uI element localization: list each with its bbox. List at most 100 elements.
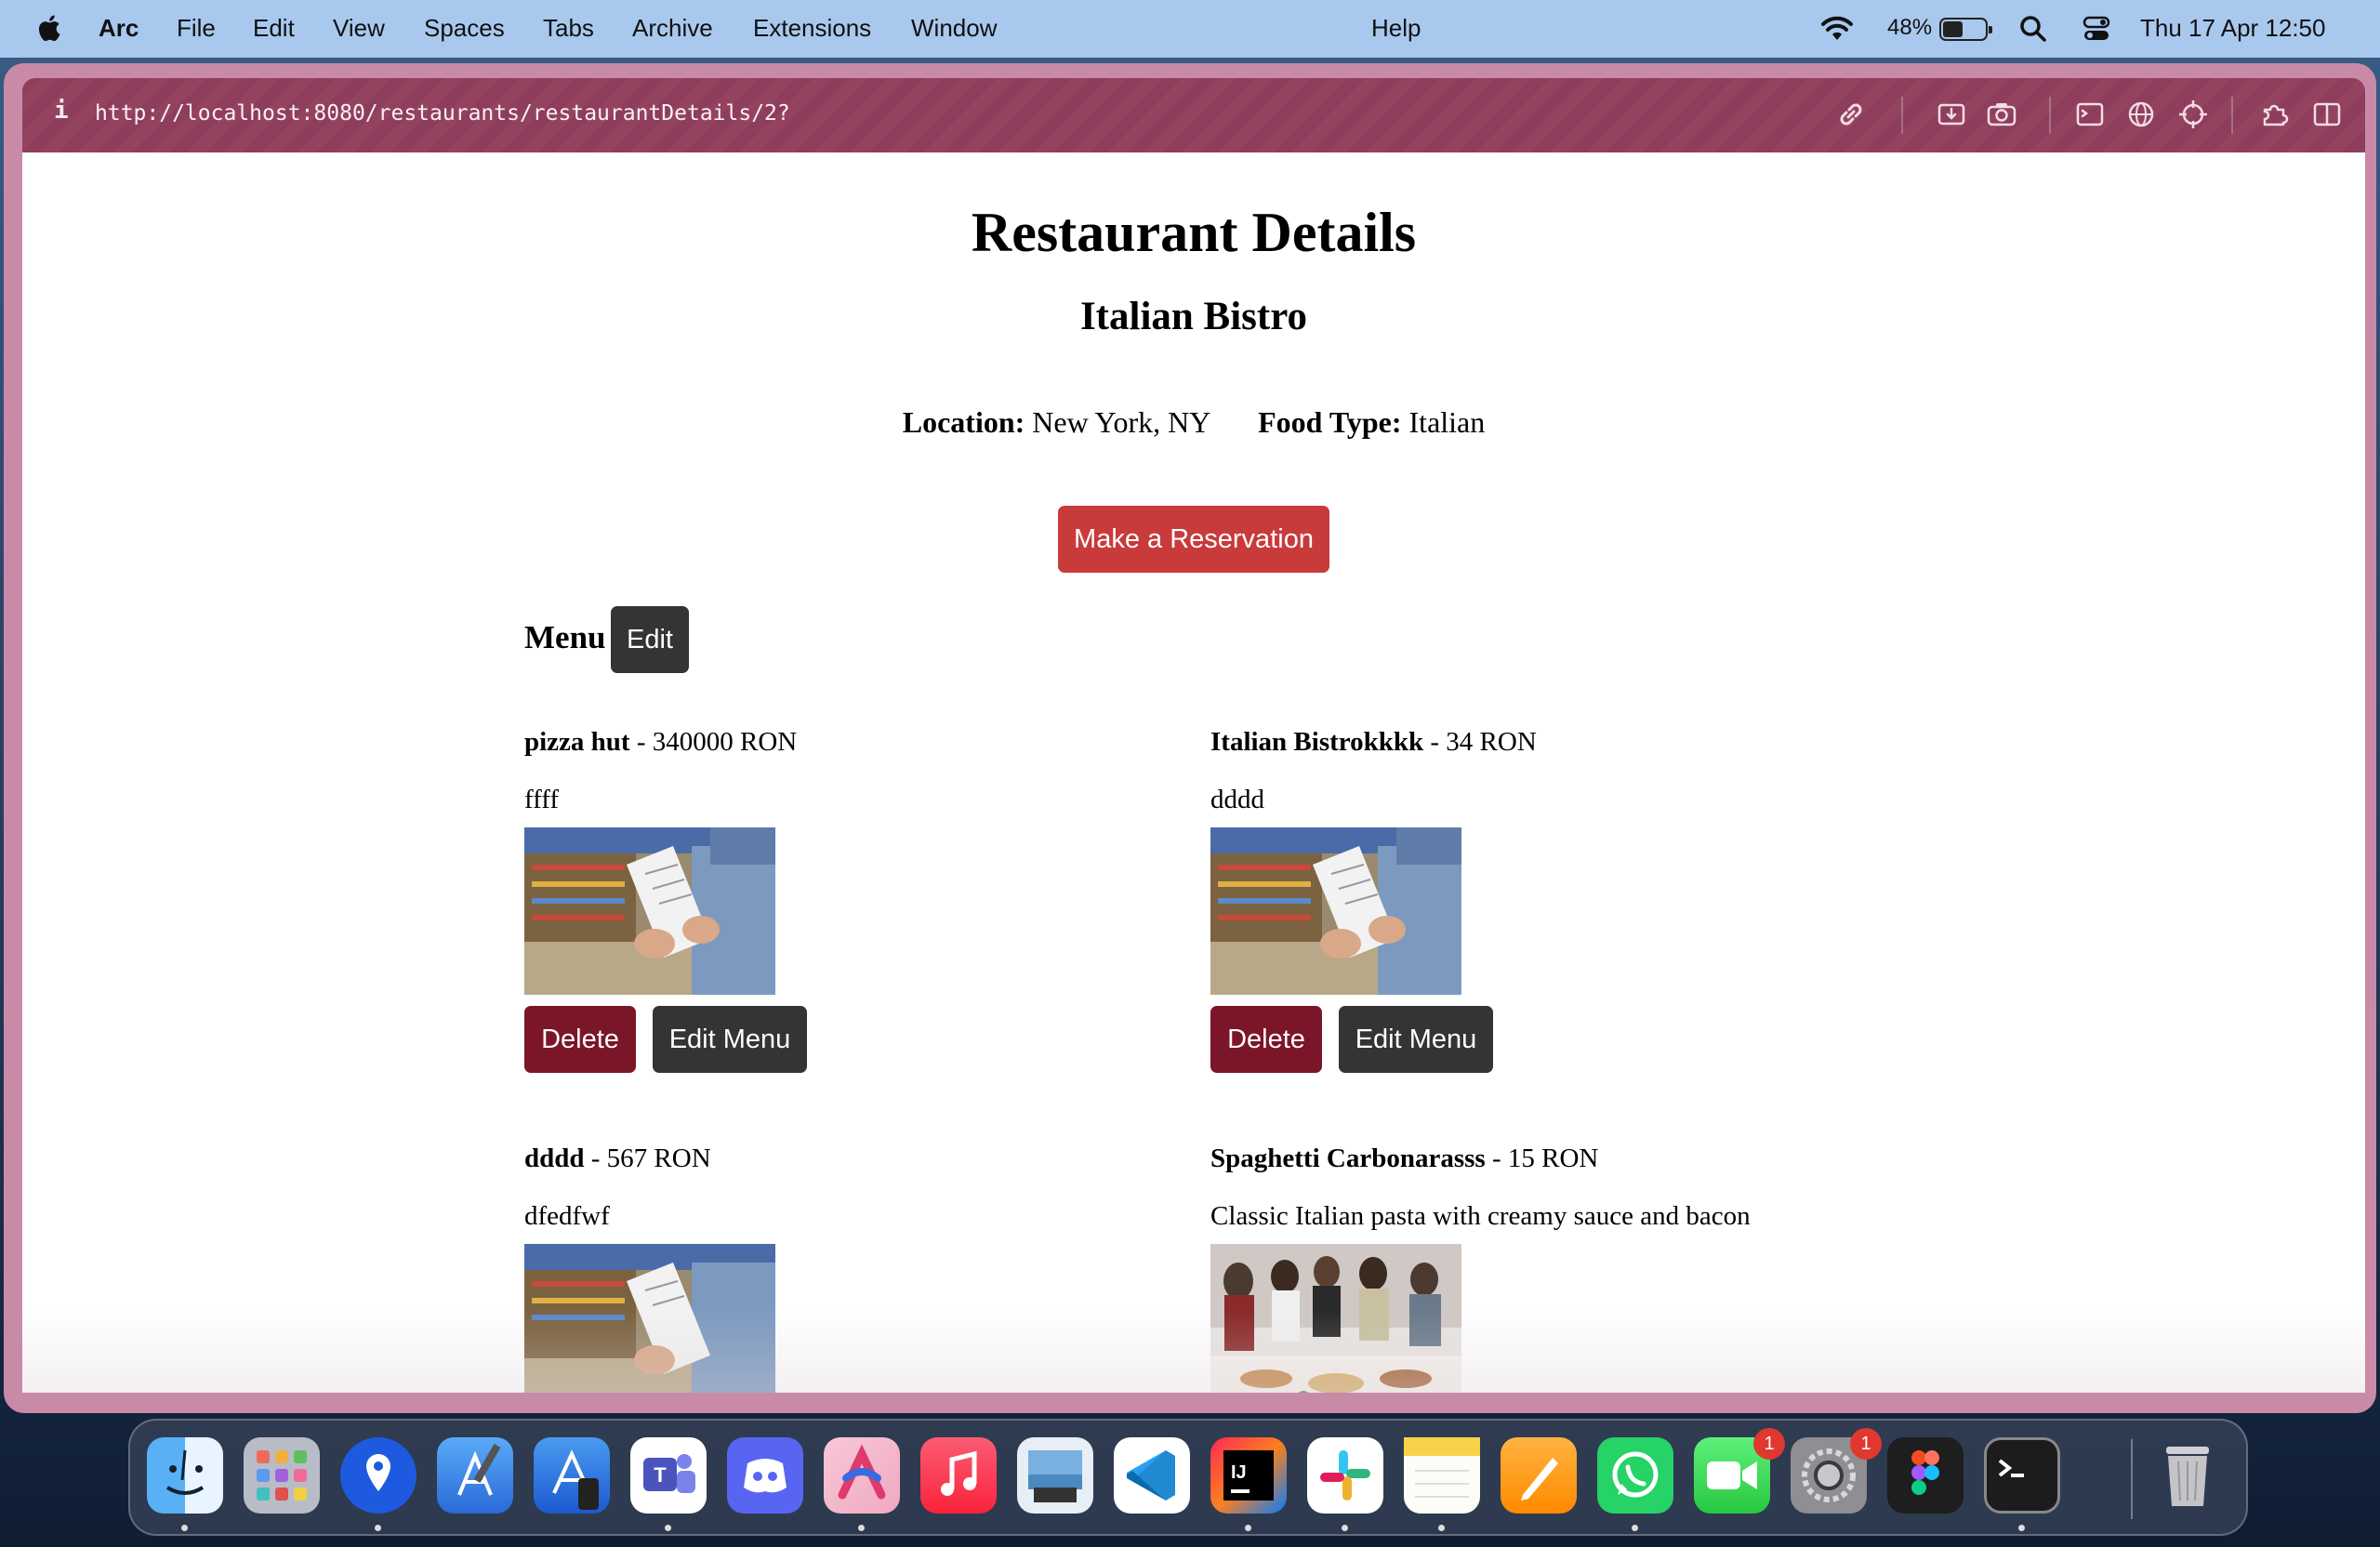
battery-percent: 48% (1887, 15, 1933, 40)
menu-item-description: ffff (524, 785, 560, 814)
svg-text:IJ: IJ (1231, 1462, 1247, 1483)
menu-archive[interactable]: Archive (632, 14, 713, 43)
menu-item-card: Spaghetti Carbonarasss - 15 RON Classic … (1210, 1144, 1861, 1393)
crosshair-icon[interactable] (2177, 99, 2209, 130)
launchpad-icon[interactable] (244, 1437, 320, 1514)
simulator-icon[interactable] (534, 1437, 610, 1514)
menu-item-title: pizza hut - 340000 RON (524, 727, 1175, 758)
menu-item-name: dddd (524, 1144, 585, 1173)
page-content: Restaurant Details Italian Bistro Locati… (22, 152, 2365, 1393)
wifi-icon[interactable] (1820, 16, 1854, 42)
link-icon[interactable] (1835, 99, 1867, 130)
battery-icon[interactable] (1939, 18, 1992, 41)
running-indicator (375, 1525, 381, 1531)
notification-badge: 1 (1753, 1428, 1785, 1460)
sidebar-icon[interactable] (2311, 99, 2343, 130)
menu-item-name: pizza hut (524, 727, 630, 757)
apple-logo-icon[interactable] (35, 13, 61, 43)
finder-icon[interactable] (147, 1437, 223, 1514)
download-icon[interactable] (1936, 99, 1967, 130)
globe-icon[interactable] (2125, 99, 2157, 130)
figma-icon[interactable] (1887, 1437, 1964, 1514)
running-indicator (665, 1525, 671, 1531)
running-indicator (1632, 1525, 1638, 1531)
restaurant-info: Location: New York, NY Food Type: Italia… (22, 405, 2365, 440)
arc-browser-icon[interactable] (824, 1437, 900, 1514)
running-indicator (858, 1525, 865, 1531)
food-type-value: Italian (1408, 405, 1486, 439)
extensions-icon[interactable] (2259, 99, 2291, 130)
make-reservation-button[interactable]: Make a Reservation (1058, 506, 1329, 573)
toolbar-divider (1901, 97, 1903, 134)
menu-item-name: Italian Bistrokkkk (1210, 727, 1424, 757)
page-title: Restaurant Details (971, 202, 1417, 263)
browser-toolbar: i http://localhost:8080/restaurants/rest… (22, 78, 2365, 152)
site-info-icon[interactable]: i (54, 97, 69, 125)
menu-item-name: Spaghetti Carbonarasss (1210, 1144, 1486, 1173)
notes-icon[interactable] (1404, 1437, 1480, 1514)
menubar-clock[interactable]: Thu 17 Apr 12:50 (2140, 14, 2325, 43)
vscode-icon[interactable] (1114, 1437, 1190, 1514)
menu-item-image (1210, 827, 1461, 995)
notification-badge: 1 (1850, 1428, 1882, 1460)
location-pin-app-icon[interactable] (340, 1437, 416, 1514)
intellij-idea-icon[interactable]: IJ (1210, 1437, 1287, 1514)
whatsapp-icon[interactable] (1597, 1437, 1673, 1514)
menu-item-description: dfedfwf (524, 1201, 610, 1231)
running-indicator (1245, 1525, 1251, 1531)
delete-button[interactable]: Delete (1210, 1006, 1322, 1073)
menu-item-description: dddd (1210, 785, 1264, 814)
menu-item-title: Italian Bistrokkkk - 34 RON (1210, 727, 1861, 758)
menu-help[interactable]: Help (1371, 14, 1421, 43)
music-icon[interactable] (920, 1437, 997, 1514)
menu-window[interactable]: Window (911, 14, 997, 43)
menu-heading: Menu (524, 619, 606, 655)
menu-item-title: dddd - 567 RON (524, 1144, 1175, 1174)
menu-view[interactable]: View (333, 14, 385, 43)
slack-icon[interactable] (1307, 1437, 1383, 1514)
menu-item-price: - 340000 RON (629, 727, 798, 757)
trash-icon[interactable] (2149, 1437, 2226, 1514)
pages-icon[interactable] (1501, 1437, 1577, 1514)
menu-item-title: Spaghetti Carbonarasss - 15 RON (1210, 1144, 1861, 1174)
running-indicator (181, 1525, 188, 1531)
menu-item-card: pizza hut - 340000 RON ffff Delete Edit … (524, 727, 1175, 1073)
terminal-icon[interactable] (2074, 99, 2106, 130)
edit-menu-button[interactable]: Edit Menu (653, 1006, 807, 1073)
url-field[interactable]: http://localhost:8080/restaurants/restau… (95, 101, 790, 126)
menu-file[interactable]: File (177, 14, 216, 43)
menu-item-card: Italian Bistrokkkk - 34 RON dddd Delete … (1210, 727, 1861, 1073)
location-label: Location: (902, 405, 1025, 439)
menu-item-price: - 34 RON (1423, 727, 1537, 757)
running-indicator (2018, 1525, 2025, 1531)
edit-menu-button[interactable]: Edit Menu (1339, 1006, 1493, 1073)
discord-icon[interactable] (727, 1437, 803, 1514)
macos-menu-bar: Arc File Edit View Spaces Tabs Archive E… (0, 0, 2380, 58)
running-indicator (1342, 1525, 1348, 1531)
xcode-icon[interactable] (437, 1437, 513, 1514)
edit-menu-list-button[interactable]: Edit (611, 606, 689, 673)
camera-icon[interactable] (1986, 99, 2017, 130)
svg-text:T: T (654, 1463, 667, 1487)
menu-edit[interactable]: Edit (253, 14, 295, 43)
toolbar-divider (2231, 97, 2233, 134)
preview-icon[interactable] (1017, 1437, 1093, 1514)
restaurant-name: Italian Bistro (1079, 295, 1308, 338)
menu-item-image (524, 827, 775, 995)
spotlight-search-icon[interactable] (2019, 15, 2047, 43)
menu-extensions[interactable]: Extensions (753, 14, 871, 43)
running-indicator (1438, 1525, 1445, 1531)
browser-window: i http://localhost:8080/restaurants/rest… (4, 63, 2376, 1413)
content-bottom-shadow (22, 1309, 2365, 1393)
toolbar-divider (2049, 97, 2051, 134)
menu-app-name[interactable]: Arc (99, 14, 139, 43)
menu-spaces[interactable]: Spaces (424, 14, 505, 43)
delete-button[interactable]: Delete (524, 1006, 636, 1073)
menu-tabs[interactable]: Tabs (543, 14, 594, 43)
menu-item-price: - 15 RON (1485, 1144, 1599, 1173)
control-center-icon[interactable] (2082, 15, 2110, 43)
microsoft-teams-icon[interactable]: T (630, 1437, 707, 1514)
menu-item-price: - 567 RON (584, 1144, 711, 1173)
macos-dock: T IJ 1 1 (128, 1419, 2248, 1536)
terminal-app-icon[interactable] (1984, 1437, 2060, 1514)
